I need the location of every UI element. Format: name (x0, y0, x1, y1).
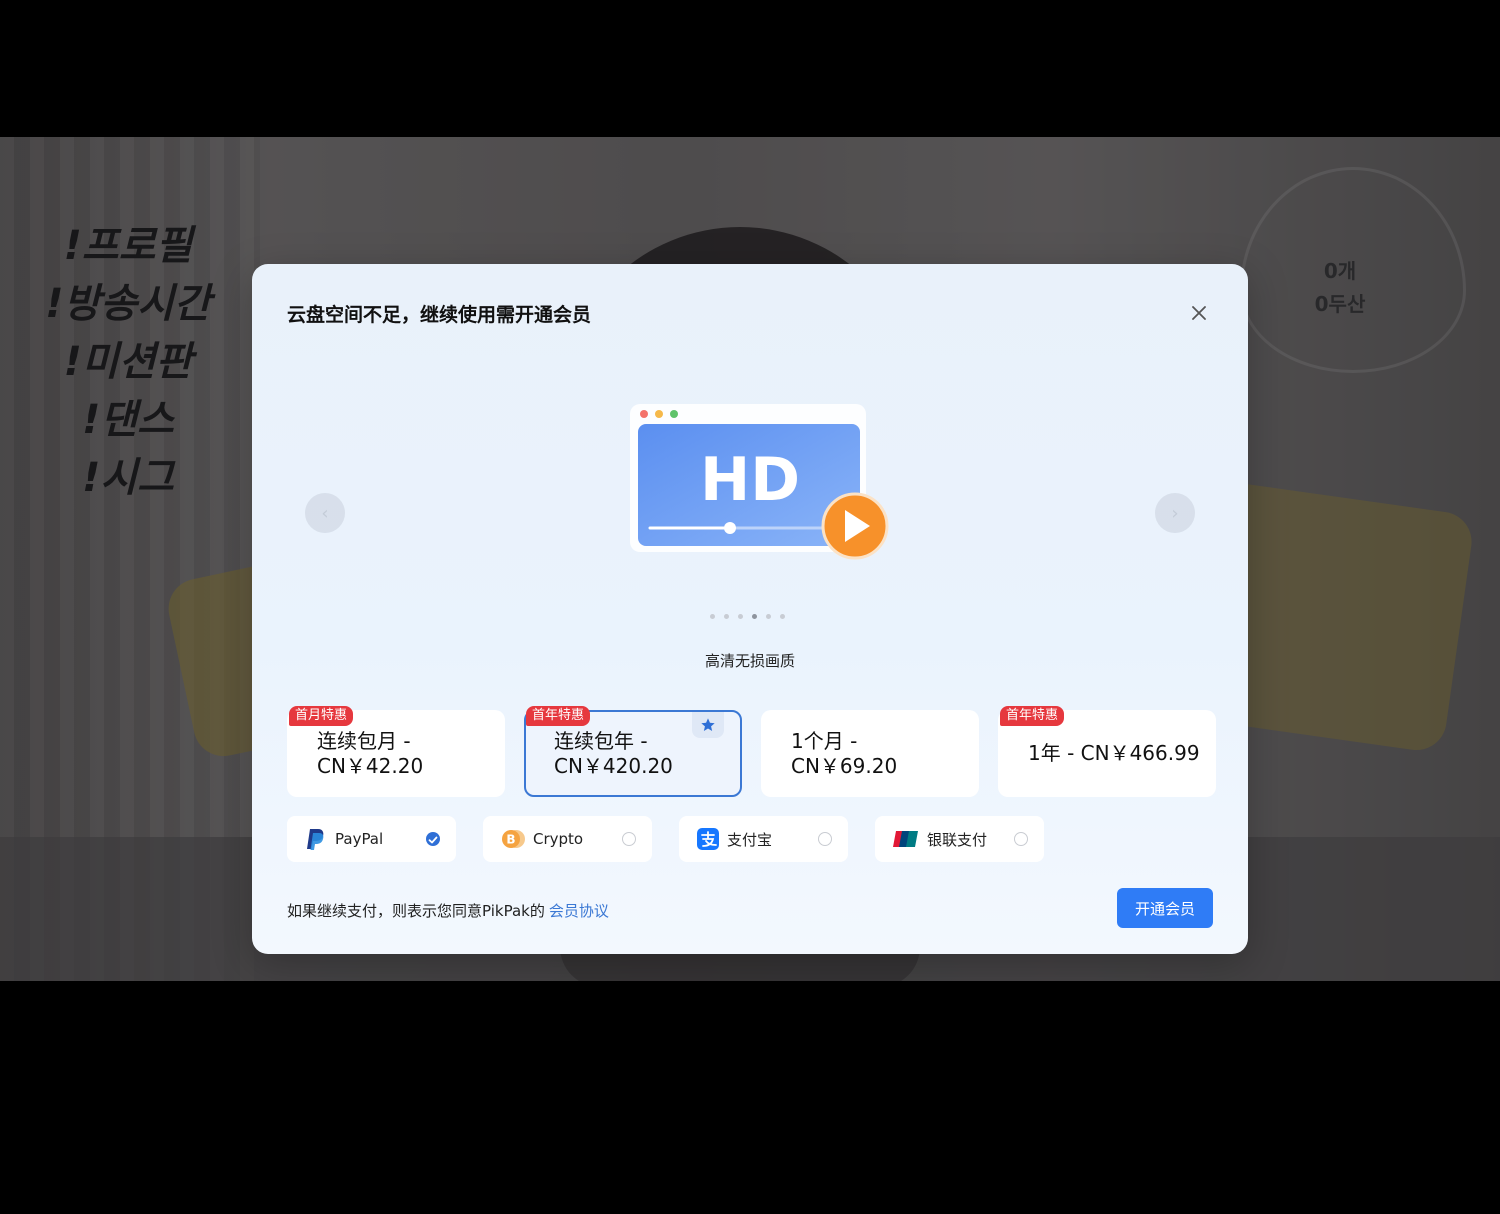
alipay-icon (697, 828, 719, 850)
payment-radio[interactable] (818, 832, 832, 846)
dialog-title: 云盘空间不足，继续使用需开通会员 (287, 304, 592, 326)
plan-options: 首月特惠 连续包月 - CN￥42.20 首年特惠 连续包年 - CN￥420.… (287, 706, 1216, 797)
plan-label-line: 连续包年 - (554, 728, 648, 753)
promo-badge: 首年特惠 (526, 706, 591, 726)
chevron-right-icon: › (1171, 502, 1179, 524)
payment-crypto[interactable]: B Crypto (483, 816, 652, 862)
plan-label-line: 1个月 - (791, 728, 858, 753)
hd-label: HD (700, 445, 800, 515)
payment-label: 支付宝 (727, 830, 773, 849)
plan-price: CN￥42.20 (317, 753, 424, 778)
carousel-dot-active[interactable] (752, 614, 757, 619)
membership-agreement-link[interactable]: 会员协议 (549, 902, 609, 920)
plan-label: 连续包年 - CN￥420.20 (526, 729, 704, 779)
subscribe-button[interactable]: 开通会员 (1117, 888, 1213, 928)
unionpay-icon (893, 831, 918, 847)
payment-methods: PayPal B Crypto 支付宝 银联支付 (287, 816, 1044, 862)
carousel-dot[interactable] (738, 614, 743, 619)
payment-label: Crypto (533, 830, 584, 848)
check-icon (428, 836, 438, 844)
payment-unionpay[interactable]: 银联支付 (875, 816, 1044, 862)
carousel-next-button[interactable]: › (1155, 493, 1195, 533)
payment-label: PayPal (335, 830, 384, 848)
chevron-left-icon: ‹ (321, 502, 329, 524)
promo-badge: 首月特惠 (289, 706, 354, 726)
recommended-star-badge (692, 712, 724, 738)
agreement-notice: 如果继续支付，则表示您同意PikPak的 会员协议 (287, 900, 609, 921)
plan-price: CN￥69.20 (791, 753, 898, 778)
plan-one-month[interactable]: 1个月 - CN￥69.20 (761, 710, 979, 797)
plan-label-line: 1年 - CN￥466.99 (1028, 741, 1200, 765)
payment-radio-checked[interactable] (426, 832, 440, 846)
payment-radio[interactable] (622, 832, 636, 846)
plan-yearly-auto[interactable]: 首年特惠 连续包年 - CN￥420.20 (524, 706, 742, 797)
bitcoin-icon: B (502, 830, 525, 848)
plan-monthly-auto[interactable]: 首月特惠 连续包月 - CN￥42.20 (287, 706, 505, 797)
payment-paypal[interactable]: PayPal (287, 816, 456, 862)
carousel-dot[interactable] (724, 614, 729, 619)
close-icon (1192, 306, 1206, 320)
slide-caption: 高清无损画质 (704, 652, 795, 670)
star-icon (701, 718, 715, 731)
membership-dialog: 云盘空间不足，继续使用需开通会员 ‹ › HD 高清无损画质 首月特惠 连续包月… (252, 264, 1248, 954)
plan-one-year[interactable]: 首年特惠 1年 - CN￥466.99 (998, 706, 1216, 797)
carousel-dot[interactable] (710, 614, 715, 619)
payment-label: 银联支付 (927, 830, 988, 849)
close-button[interactable] (1186, 300, 1212, 326)
plan-label-line: 连续包月 - (317, 728, 411, 753)
plan-price: CN￥420.20 (554, 753, 673, 778)
payment-alipay[interactable]: 支付宝 (679, 816, 848, 862)
carousel-dot[interactable] (766, 614, 771, 619)
plan-label: 1个月 - CN￥69.20 (763, 729, 941, 779)
svg-text:B: B (506, 833, 515, 847)
hd-video-illustration: HD (630, 404, 889, 560)
agreement-text: 如果继续支付，则表示您同意PikPak的 (287, 902, 545, 920)
plan-label: 1年 - CN￥466.99 (1000, 741, 1200, 766)
paypal-icon (307, 829, 324, 850)
carousel-dots (710, 614, 785, 619)
carousel-dot[interactable] (780, 614, 785, 619)
promo-badge: 首年特惠 (1000, 706, 1065, 726)
plan-label: 连续包月 - CN￥42.20 (289, 729, 467, 779)
payment-radio[interactable] (1014, 832, 1028, 846)
carousel-prev-button[interactable]: ‹ (305, 493, 345, 533)
